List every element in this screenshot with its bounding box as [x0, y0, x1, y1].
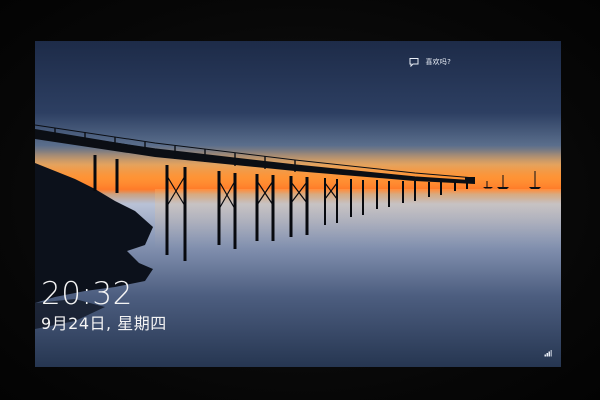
network-status-icon[interactable] [544, 349, 552, 357]
chat-bubble-icon[interactable] [409, 57, 419, 67]
lockscreen-clock: 20:32 9月24日, 星期四 [41, 277, 167, 335]
lock-screen[interactable]: 喜欢吗? 20:32 9月24日, 星期四 [35, 41, 561, 367]
lockscreen-date: 9月24日, 星期四 [41, 314, 167, 333]
spotlight-tray[interactable]: 喜欢吗? [409, 57, 451, 67]
spotlight-like-label[interactable]: 喜欢吗? [425, 57, 451, 67]
lockscreen-time: 20:32 [41, 276, 133, 312]
